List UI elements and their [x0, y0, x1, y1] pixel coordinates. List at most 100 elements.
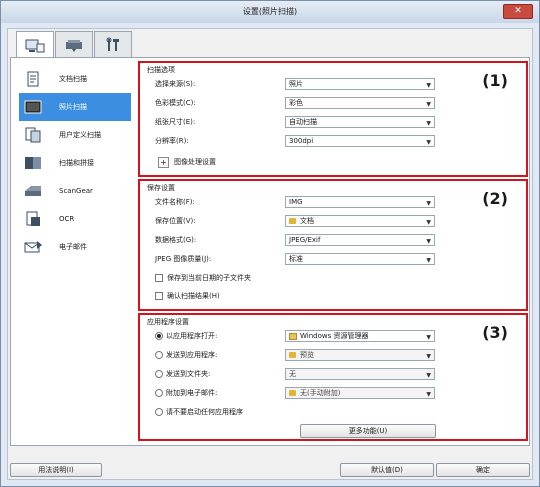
- data-format-dropdown[interactable]: JPEG/Exif ▼: [285, 234, 435, 246]
- defaults-button[interactable]: 默认值(D): [340, 463, 434, 477]
- open-with-app-value: Windows 资源管理器: [300, 332, 369, 340]
- chevron-down-icon: ▼: [426, 391, 431, 398]
- open-with-app-dropdown[interactable]: Windows 资源管理器 ▼: [285, 330, 435, 342]
- attach-email-dropdown[interactable]: 无(手动附加) ▼: [285, 387, 435, 399]
- chevron-down-icon: ▼: [426, 219, 431, 226]
- attach-email-label: 附加到电子邮件:: [166, 389, 218, 397]
- confirm-result-checkbox-label: 确认扫描结果(H): [167, 292, 220, 300]
- send-to-folder-value: 无: [289, 370, 296, 378]
- confirm-result-checkbox[interactable]: [155, 292, 163, 300]
- title-bar: 设置(照片扫描) ✕: [1, 1, 539, 23]
- sidebar-item-stitch[interactable]: 扫描和拼接: [19, 149, 131, 177]
- sidebar-item-ocr[interactable]: OCR: [19, 205, 131, 233]
- email-app-icon: [289, 390, 296, 396]
- content-area: 文档扫描 照片扫描 用户定义扫描 扫描和拼接 ScanGear OCR 电子邮件…: [10, 57, 530, 446]
- sidebar-item-custom-scan[interactable]: 用户定义扫描: [19, 121, 131, 149]
- email-icon: [21, 238, 45, 256]
- send-to-folder-radio[interactable]: [155, 370, 163, 378]
- sidebar-item-email[interactable]: 电子邮件: [19, 233, 131, 261]
- sidebar-item-label: 文档扫描: [59, 75, 87, 83]
- image-processing-label: 图像处理设置: [174, 158, 216, 166]
- select-source-label: 选择来源(S):: [155, 80, 196, 88]
- send-to-app-dropdown[interactable]: 预览 ▼: [285, 349, 435, 361]
- explorer-icon: [289, 332, 297, 340]
- no-app-row[interactable]: 请不要启动任何应用程序: [155, 405, 445, 419]
- sidebar: 文档扫描 照片扫描 用户定义扫描 扫描和拼接 ScanGear OCR 电子邮件: [11, 61, 133, 441]
- color-mode-dropdown[interactable]: 彩色 ▼: [285, 97, 435, 109]
- scanner-panel-icon: [66, 39, 82, 52]
- stitch-icon: [21, 154, 45, 172]
- scan-options-section: 扫描选项 (1) 选择来源(S): 照片 ▼ 色彩模式(C): 彩色 ▼ 纸张尺…: [138, 61, 528, 177]
- subfolder-checkbox[interactable]: [155, 274, 163, 282]
- confirm-result-checkbox-row[interactable]: 确认扫描结果(H): [155, 289, 445, 303]
- sidebar-item-document-scan[interactable]: 文档扫描: [19, 65, 131, 93]
- folder-icon: [289, 218, 296, 224]
- select-source-dropdown[interactable]: 照片 ▼: [285, 78, 435, 90]
- sidebar-item-photo-scan[interactable]: 照片扫描: [19, 93, 131, 121]
- app-icon: [289, 352, 296, 358]
- file-name-dropdown[interactable]: IMG ▼: [285, 196, 435, 208]
- save-location-dropdown[interactable]: 文档 ▼: [285, 215, 435, 227]
- file-name-label: 文件名称(F):: [155, 198, 195, 206]
- chevron-down-icon: ▼: [426, 120, 431, 127]
- section-number: (3): [482, 323, 508, 342]
- chevron-down-icon: ▼: [426, 353, 431, 360]
- chevron-down-icon: ▼: [426, 82, 431, 89]
- image-processing-row[interactable]: + 图像处理设置: [158, 155, 448, 169]
- chevron-down-icon: ▼: [426, 257, 431, 264]
- app-settings-section: 应用程序设置 (3) 以应用程序打开: Windows 资源管理器 ▼ 发送到应…: [138, 313, 528, 441]
- tools-icon: [106, 37, 119, 51]
- close-button[interactable]: ✕: [503, 4, 533, 19]
- section-title: 保存设置: [147, 184, 175, 192]
- open-with-app-label: 以应用程序打开:: [166, 332, 218, 340]
- save-location-value: 文档: [300, 217, 314, 225]
- resolution-dropdown[interactable]: 300dpi ▼: [285, 135, 435, 147]
- custom-scan-icon: [21, 126, 45, 144]
- send-to-app-label: 发送到应用程序:: [166, 351, 218, 359]
- sidebar-item-label: 扫描和拼接: [59, 159, 94, 167]
- ok-button[interactable]: 确定: [436, 463, 530, 477]
- scangear-icon: [21, 182, 45, 200]
- sidebar-item-label: 用户定义扫描: [59, 131, 101, 139]
- attach-email-value: 无(手动附加): [300, 389, 341, 397]
- data-format-value: JPEG/Exif: [289, 236, 321, 244]
- chevron-down-icon: ▼: [426, 372, 431, 379]
- send-to-app-radio[interactable]: [155, 351, 163, 359]
- jpeg-quality-dropdown[interactable]: 标准 ▼: [285, 253, 435, 265]
- open-with-app-radio[interactable]: [155, 332, 163, 340]
- scan-from-computer-tab[interactable]: [16, 31, 54, 59]
- chevron-down-icon: ▼: [426, 334, 431, 341]
- paper-size-dropdown[interactable]: 自动扫描 ▼: [285, 116, 435, 128]
- resolution-value: 300dpi: [289, 137, 314, 145]
- no-app-radio[interactable]: [155, 408, 163, 416]
- expand-plus-icon[interactable]: +: [158, 156, 169, 168]
- send-to-folder-label: 发送到文件夹:: [166, 370, 211, 378]
- send-to-folder-dropdown[interactable]: 无 ▼: [285, 368, 435, 380]
- computer-scan-icon: [25, 39, 45, 52]
- attach-email-radio[interactable]: [155, 389, 163, 397]
- scan-from-panel-tab[interactable]: [55, 31, 93, 57]
- sidebar-item-label: OCR: [59, 215, 75, 223]
- save-location-label: 保存位置(V):: [155, 217, 196, 225]
- chevron-down-icon: ▼: [426, 139, 431, 146]
- resolution-label: 分辨率(R):: [155, 137, 189, 145]
- photo-scan-icon: [21, 98, 45, 116]
- section-title: 应用程序设置: [147, 318, 189, 326]
- sidebar-item-scangear[interactable]: ScanGear: [19, 177, 131, 205]
- chevron-down-icon: ▼: [426, 200, 431, 207]
- chevron-down-icon: ▼: [426, 101, 431, 108]
- more-functions-button[interactable]: 更多功能(U): [300, 424, 436, 438]
- general-settings-tab[interactable]: [94, 31, 132, 57]
- help-button[interactable]: 用法说明(I): [10, 463, 102, 477]
- subfolder-checkbox-row[interactable]: 保存到当前日期的子文件夹: [155, 271, 445, 285]
- sidebar-item-label: 电子邮件: [59, 243, 87, 251]
- window-title: 设置(照片扫描): [242, 7, 298, 16]
- paper-size-value: 自动扫描: [289, 118, 317, 126]
- chevron-down-icon: ▼: [426, 238, 431, 245]
- top-tabs: [16, 31, 133, 59]
- settings-window: 设置(照片扫描) ✕ 文档扫描 照片扫描 用户定义扫描 扫描和拼接 ScanGe…: [0, 0, 540, 487]
- jpeg-quality-value: 标准: [289, 255, 303, 263]
- ocr-icon: [21, 210, 45, 228]
- jpeg-quality-label: JPEG 图像质量(J):: [155, 255, 212, 263]
- color-mode-label: 色彩模式(C):: [155, 99, 196, 107]
